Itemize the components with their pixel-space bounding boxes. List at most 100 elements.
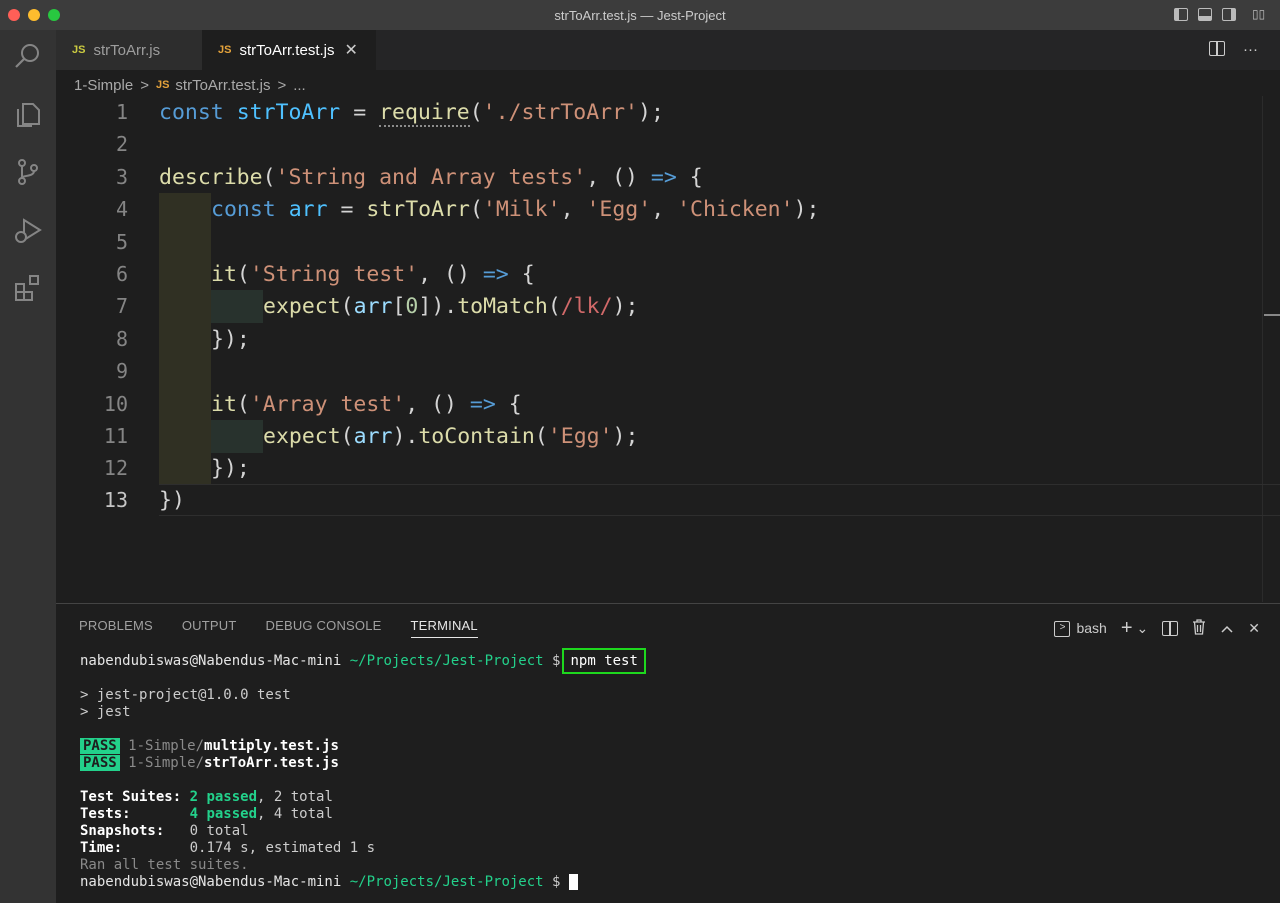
extensions-icon[interactable] [12, 272, 44, 304]
javascript-file-icon: JS [72, 44, 86, 56]
terminal-output[interactable]: nabendubiswas@Nabendus-Mac-mini ~/Projec… [80, 648, 646, 891]
maximize-panel-icon[interactable] [1220, 621, 1234, 637]
code-line: 9 [56, 355, 1280, 387]
code-text: describe('String and Array tests', () =>… [159, 164, 703, 190]
toggle-sidebar-icon[interactable] [1174, 8, 1188, 21]
code-line: 2 [56, 128, 1280, 160]
run-debug-icon[interactable] [12, 214, 44, 246]
source-control-icon[interactable] [12, 156, 44, 188]
code-line: 1 const strToArr = require('./strToArr')… [56, 96, 1280, 128]
summary-snapshots: Snapshots: 0 total [80, 823, 249, 839]
chevron-right-icon: > [277, 76, 287, 94]
line-number: 6 [115, 262, 128, 286]
search-icon[interactable] [12, 40, 44, 72]
code-line: 4 const arr = strToArr('Milk', 'Egg', 'C… [56, 193, 1280, 225]
code-line: 12 }); [56, 452, 1280, 484]
title-bar: strToArr.test.js — Jest-Project ▯▯ [0, 0, 1280, 30]
breadcrumb: 1-Simple > JS strToArr.test.js > ... [74, 74, 306, 96]
terminal-selector[interactable]: > bash [1054, 620, 1107, 638]
summary-suites: Test Suites: 2 passed, 2 total [80, 789, 333, 805]
line-number: 1 [115, 100, 128, 124]
javascript-file-icon: JS [218, 44, 232, 56]
code-text: const arr = strToArr('Milk', 'Egg', 'Chi… [211, 196, 820, 222]
split-terminal-icon[interactable] [1162, 621, 1179, 636]
code-line: 13 }) [56, 484, 1280, 516]
script-line: > jest [80, 704, 131, 720]
bottom-panel: PROBLEMS OUTPUT DEBUG CONSOLE TERMINAL >… [56, 603, 1280, 903]
minimize-window-button[interactable] [28, 9, 40, 21]
breadcrumb-file[interactable]: strToArr.test.js [175, 77, 270, 94]
line-number: 12 [103, 456, 128, 480]
trash-icon[interactable] [1192, 619, 1206, 638]
line-number: 13 [103, 488, 128, 512]
tab-strtoarr-test-js[interactable]: JS strToArr.test.js ✕ [202, 30, 376, 70]
terminal-prompt-line: nabendubiswas@Nabendus-Mac-mini ~/Projec… [80, 648, 646, 674]
summary-time: Time: 0.174 s, estimated 1 s [80, 840, 376, 856]
split-editor-icon[interactable] [1209, 41, 1225, 56]
code-line: 8 }); [56, 323, 1280, 355]
line-number: 5 [115, 230, 128, 254]
window-title: strToArr.test.js — Jest-Project [554, 7, 726, 23]
code-line: 3 describe('String and Array tests', () … [56, 161, 1280, 193]
breadcrumb-symbol[interactable]: ... [293, 77, 306, 94]
line-number: 3 [115, 165, 128, 189]
code-line: 5 [56, 226, 1280, 258]
terminal-prompt-line: nabendubiswas@Nabendus-Mac-mini ~/Projec… [80, 874, 646, 891]
summary-tests: Tests: 4 passed, 4 total [80, 806, 333, 822]
tab-output[interactable]: OUTPUT [182, 618, 237, 638]
pass-badge: PASS [80, 755, 120, 771]
toggle-secondary-sidebar-icon[interactable] [1222, 8, 1236, 21]
line-number: 11 [103, 424, 128, 448]
code-line: 10 it('Array test', () => { [56, 388, 1280, 420]
line-number: 10 [103, 392, 128, 416]
tab-debug-console[interactable]: DEBUG CONSOLE [266, 618, 382, 638]
line-number: 9 [115, 359, 128, 383]
tab-label: strToArr.js [93, 41, 161, 59]
terminal-icon: > [1054, 621, 1071, 638]
script-line: > jest-project@1.0.0 test [80, 687, 291, 703]
panel-tab-bar: PROBLEMS OUTPUT DEBUG CONSOLE TERMINAL [79, 618, 478, 638]
close-window-button[interactable] [8, 9, 20, 21]
toggle-panel-icon[interactable] [1198, 8, 1212, 21]
code-text: it('String test', () => { [211, 261, 535, 287]
tab-strtoarr-js[interactable]: JS strToArr.js [56, 30, 202, 70]
pass-badge: PASS [80, 738, 120, 754]
tab-problems[interactable]: PROBLEMS [79, 618, 153, 638]
javascript-file-icon: JS [155, 79, 170, 91]
code-text: const strToArr = require('./strToArr'); [159, 99, 664, 127]
editor-actions: ··· [1209, 41, 1258, 58]
chevron-right-icon: > [140, 76, 149, 94]
close-icon[interactable]: ✕ [345, 40, 358, 60]
tab-terminal[interactable]: TERMINAL [410, 618, 478, 638]
new-terminal-icon[interactable]: + [1121, 617, 1133, 640]
customize-layout-icon[interactable]: ▯▯ [1252, 8, 1266, 21]
chevron-down-icon[interactable]: ⌄ [1137, 620, 1149, 637]
panel-actions: > bash + ⌄ ✕ [1054, 617, 1260, 640]
breadcrumb-folder[interactable]: 1-Simple [74, 77, 133, 94]
summary-ran: Ran all test suites. [80, 857, 249, 873]
line-number: 2 [115, 132, 128, 156]
code-text: expect(arr[0]).toMatch(/lk/); [263, 293, 639, 319]
tab-label: strToArr.test.js [239, 41, 335, 59]
test-result-line: PASS 1-Simple/multiply.test.js [80, 738, 646, 755]
explorer-icon[interactable] [12, 98, 44, 130]
code-editor[interactable]: 1 const strToArr = require('./strToArr')… [56, 96, 1280, 602]
code-text: it('Array test', () => { [211, 391, 522, 417]
zoom-window-button[interactable] [48, 9, 60, 21]
terminal-cursor [568, 874, 578, 890]
line-number: 4 [115, 197, 128, 221]
code-text: expect(arr).toContain('Egg'); [263, 423, 639, 449]
layout-controls: ▯▯ [1174, 8, 1266, 21]
code-text: }); [211, 326, 250, 352]
code-line: 11 expect(arr).toContain('Egg'); [56, 420, 1280, 452]
close-panel-icon[interactable]: ✕ [1248, 620, 1260, 637]
code-line: 7 expect(arr[0]).toMatch(/lk/); [56, 290, 1280, 322]
test-result-line: PASS 1-Simple/strToArr.test.js [80, 755, 646, 772]
code-line: 6 it('String test', () => { [56, 258, 1280, 290]
line-number: 8 [115, 327, 128, 351]
command-highlight: npm test [562, 648, 646, 674]
editor-tab-bar: JS strToArr.js JS strToArr.test.js ✕ ··· [56, 30, 1280, 70]
code-text: }) [159, 487, 185, 513]
activity-bar [0, 30, 56, 903]
more-actions-icon[interactable]: ··· [1243, 41, 1258, 58]
